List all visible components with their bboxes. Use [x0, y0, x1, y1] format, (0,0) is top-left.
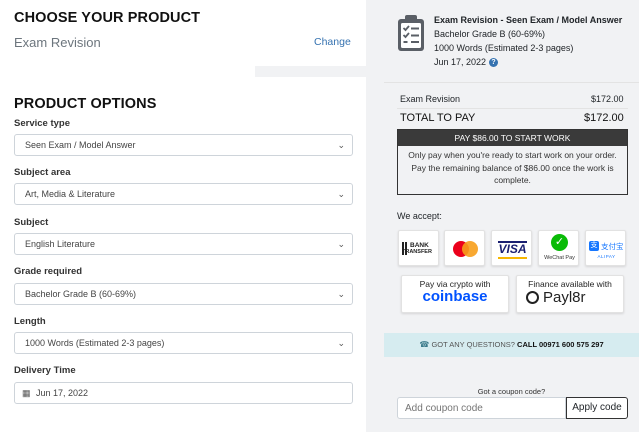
delivery-date-value: Jun 17, 2022: [36, 388, 89, 398]
subject-label: Subject: [14, 217, 49, 228]
change-product-link[interactable]: Change: [314, 36, 351, 48]
grade-value: Bachelor Grade B (60-69%): [25, 289, 137, 299]
summary-grade: Bachelor Grade B (60-69%): [434, 29, 546, 39]
divider: [384, 82, 639, 83]
alipay-text: ALIPAY: [597, 254, 616, 259]
help-icon[interactable]: ?: [489, 58, 498, 67]
wechat-icon: ✓: [551, 234, 568, 251]
selected-product: Exam Revision: [14, 35, 101, 50]
we-accept-label: We accept:: [397, 211, 442, 221]
service-type-value: Seen Exam / Model Answer: [25, 140, 136, 150]
mastercard-icon: [453, 241, 478, 257]
subject-select[interactable]: English Literature ⌄: [14, 233, 353, 255]
contact-bar: ☎ GOT ANY QUESTIONS? CALL 00971 600 575 …: [384, 333, 639, 357]
product-options-title: PRODUCT OPTIONS: [14, 96, 157, 112]
payl8r-tile: Finance available with Payl8r: [516, 275, 624, 313]
coupon-input[interactable]: [397, 397, 566, 419]
line-item-price: $172.00: [591, 94, 624, 104]
visa-logo: VISA: [491, 230, 532, 266]
choose-product-card: CHOOSE YOUR PRODUCT Exam Revision Change: [0, 0, 366, 66]
contact-phone[interactable]: CALL 00971 600 575 297: [517, 340, 604, 349]
summary-title: Exam Revision - Seen Exam / Model Answer: [434, 15, 623, 25]
deposit-note: Only pay when you're ready to start work…: [408, 150, 617, 185]
alipay-logo: 支 支付宝 ALIPAY: [585, 230, 626, 266]
chevron-down-icon: ⌄: [337, 338, 345, 348]
divider: [397, 108, 628, 109]
wechat-text: WeChat Pay: [544, 255, 575, 261]
chevron-down-icon: ⌄: [337, 239, 345, 249]
clipboard-icon: [398, 15, 424, 51]
alipay-icon: 支: [589, 241, 599, 251]
summary-date: Jun 17, 2022: [434, 57, 487, 67]
subject-area-select[interactable]: Art, Media & Literature ⌄: [14, 183, 353, 205]
bank-line2: TRANSFER: [402, 249, 432, 255]
chevron-down-icon: ⌄: [337, 189, 345, 199]
payl8r-caption: Finance available with: [528, 279, 612, 289]
length-value: 1000 Words (Estimated 2-3 pages): [25, 338, 165, 348]
choose-product-title: CHOOSE YOUR PRODUCT: [14, 10, 201, 26]
total-label: TOTAL TO PAY: [400, 112, 476, 124]
payl8r-icon: [526, 291, 539, 304]
bank-line1: BANK: [410, 242, 429, 249]
calendar-icon: ▦: [22, 388, 31, 398]
subject-area-label: Subject area: [14, 167, 71, 178]
line-item-label: Exam Revision: [400, 94, 461, 104]
deposit-box: PAY $86.00 TO START WORK Only pay when y…: [397, 129, 628, 195]
total-price: $172.00: [584, 112, 624, 124]
wechat-pay-logo: ✓ WeChat Pay: [538, 230, 579, 266]
subject-area-value: Art, Media & Literature: [25, 189, 116, 199]
grade-select[interactable]: Bachelor Grade B (60-69%) ⌄: [14, 283, 353, 305]
delivery-time-label: Delivery Time: [14, 365, 76, 376]
coinbase-logo-text: coinbase: [422, 288, 488, 305]
phone-icon: ☎: [419, 340, 430, 349]
apply-coupon-button[interactable]: Apply code: [566, 397, 628, 419]
contact-text: GOT ANY QUESTIONS?: [431, 340, 515, 349]
service-type-select[interactable]: Seen Exam / Model Answer ⌄: [14, 134, 353, 156]
coinbase-tile: Pay via crypto with coinbase: [401, 275, 509, 313]
summary-length: 1000 Words (Estimated 2-3 pages): [434, 43, 574, 53]
chevron-down-icon: ⌄: [337, 140, 345, 150]
length-label: Length: [14, 316, 46, 327]
payl8r-logo-text: Payl8r: [543, 289, 586, 306]
mastercard-logo: [444, 230, 485, 266]
visa-text: VISA: [498, 242, 527, 256]
grade-label: Grade required: [14, 266, 83, 277]
deposit-header: PAY $86.00 TO START WORK: [398, 130, 627, 146]
delivery-date-input[interactable]: ▦ Jun 17, 2022: [14, 382, 353, 404]
product-options-card: PRODUCT OPTIONS Service type Seen Exam /…: [0, 77, 366, 432]
chevron-down-icon: ⌄: [337, 289, 345, 299]
bank-transfer-logo: BANK TRANSFER: [398, 230, 439, 266]
subject-value: English Literature: [25, 239, 96, 249]
alipay-cn-text: 支付宝: [601, 242, 624, 251]
service-type-label: Service type: [14, 118, 70, 129]
coupon-label: Got a coupon code?: [477, 387, 546, 396]
length-select[interactable]: 1000 Words (Estimated 2-3 pages) ⌄: [14, 332, 353, 354]
